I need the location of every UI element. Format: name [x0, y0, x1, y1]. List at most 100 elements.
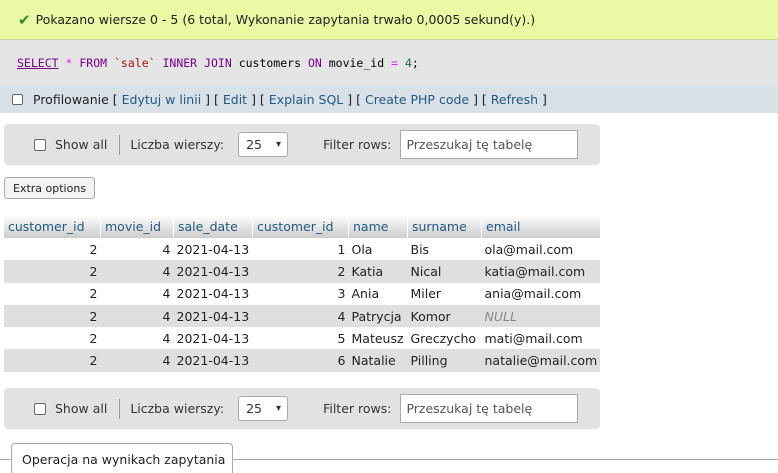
sql-star: * — [65, 55, 73, 70]
table-row[interactable]: 2 4 2021-04-13 2 Katia Nical katia@mail.… — [4, 260, 601, 283]
table-cell[interactable]: Ania — [348, 282, 408, 305]
table-cell[interactable]: 4 — [100, 327, 174, 350]
table-cell[interactable]: 2 — [4, 349, 101, 372]
rows-count-select[interactable]: 25 ▾ — [238, 396, 289, 421]
sql-query-box[interactable]: SELECT * FROM `sale` INNER JOIN customer… — [0, 40, 778, 85]
bracket-open: [ — [112, 91, 118, 107]
divider — [119, 398, 121, 419]
sql-value: 4 — [404, 55, 412, 70]
table-cell-null[interactable]: NULL — [481, 304, 601, 328]
table-cell[interactable]: 2 — [4, 282, 101, 305]
table-row[interactable]: 2 4 2021-04-13 3 Ania Miler ania@mail.co… — [4, 282, 601, 305]
column-header[interactable]: customer_id — [4, 215, 101, 238]
column-header[interactable]: sale_date — [173, 215, 253, 238]
table-cell[interactable]: Nical — [407, 260, 482, 283]
sql-column: movie_id — [328, 55, 385, 70]
bracket-separator: ] [ — [347, 91, 361, 107]
table-cell[interactable]: 4 — [100, 260, 174, 283]
divider — [119, 134, 121, 155]
column-header[interactable]: email — [481, 215, 601, 238]
table-cell[interactable]: 2021-04-13 — [173, 327, 253, 350]
table-cell[interactable]: 4 — [100, 282, 174, 305]
edit-link[interactable]: Edit — [223, 92, 247, 107]
rows-count-value: 25 — [246, 137, 262, 152]
table-cell[interactable]: 2021-04-13 — [173, 304, 253, 328]
filter-rows-label: Filter rows: — [323, 401, 392, 416]
explain-sql-link[interactable]: Explain SQL — [269, 92, 343, 107]
table-cell[interactable]: 2 — [4, 327, 101, 350]
table-cell[interactable]: mati@mail.com — [481, 327, 601, 350]
column-header[interactable]: movie_id — [100, 215, 174, 238]
profiling-checkbox[interactable] — [12, 93, 23, 105]
filter-rows-input[interactable] — [400, 130, 579, 159]
table-cell[interactable]: 6 — [252, 349, 349, 372]
sql-keyword-inner: INNER — [162, 55, 198, 70]
bracket-separator: ] [ — [473, 91, 487, 107]
show-all-checkbox[interactable] — [34, 402, 46, 415]
sql-keyword-from: FROM — [79, 55, 108, 70]
table-cell[interactable]: 4 — [100, 238, 174, 261]
chevron-down-icon: ▾ — [276, 139, 282, 150]
show-all-label: Show all — [55, 401, 108, 416]
sql-table-name: `sale` — [114, 55, 156, 70]
table-cell[interactable]: 2 — [4, 304, 101, 328]
column-header[interactable]: customer_id — [252, 215, 349, 238]
table-row[interactable]: 2 4 2021-04-13 6 Natalie Pilling natalie… — [4, 349, 601, 372]
query-results-operations-tab[interactable]: Operacja na wynikach zapytania — [11, 443, 233, 473]
column-header[interactable]: surname — [407, 215, 482, 238]
table-cell[interactable]: Katia — [348, 260, 408, 283]
table-cell[interactable]: ola@mail.com — [481, 238, 601, 261]
refresh-link[interactable]: Refresh — [491, 92, 538, 107]
table-cell[interactable]: 4 — [100, 349, 174, 372]
show-all-checkbox[interactable] — [34, 138, 46, 151]
table-cell[interactable]: katia@mail.com — [481, 260, 601, 283]
table-cell[interactable]: 5 — [252, 327, 349, 350]
table-cell[interactable]: 1 — [252, 238, 349, 261]
table-cell[interactable]: 2021-04-13 — [173, 238, 253, 261]
navigation-bar-bottom: Show all Liczba wierszy: 25 ▾ Filter row… — [4, 388, 600, 429]
rows-count-select[interactable]: 25 ▾ — [238, 132, 289, 157]
edit-inline-link[interactable]: Edytuj w linii — [122, 92, 202, 107]
sql-join-table: customers — [238, 55, 301, 70]
table-cell[interactable]: Natalie — [348, 349, 408, 372]
table-cell[interactable]: Ola — [348, 238, 408, 261]
table-cell[interactable]: Pilling — [407, 349, 482, 372]
sql-keyword-select: SELECT — [17, 55, 59, 70]
success-message-text: Pokazano wiersze 0 - 5 (6 total, Wykonan… — [35, 12, 536, 27]
bracket-separator: ] [ — [251, 91, 265, 107]
table-cell[interactable]: 2021-04-13 — [173, 349, 253, 372]
table-header-row: customer_id movie_id sale_date customer_… — [4, 215, 601, 238]
table-row[interactable]: 2 4 2021-04-13 4 Patrycja Komor NULL — [4, 304, 601, 328]
results-table: customer_id movie_id sale_date customer_… — [4, 215, 601, 372]
extra-options-button[interactable]: Extra options — [4, 177, 96, 199]
table-cell[interactable]: 2021-04-13 — [173, 282, 253, 305]
table-cell[interactable]: Patrycja — [348, 304, 408, 328]
table-cell[interactable]: Komor — [407, 304, 482, 328]
sql-keyword-on: ON — [307, 55, 322, 70]
table-cell[interactable]: Miler — [407, 282, 482, 305]
show-all-label: Show all — [55, 137, 108, 152]
table-cell[interactable]: natalie@mail.com — [481, 349, 601, 372]
table-cell[interactable]: 4 — [100, 304, 174, 328]
table-cell[interactable]: ania@mail.com — [481, 282, 601, 305]
sql-operator: = — [391, 55, 398, 70]
filter-rows-input[interactable] — [400, 394, 579, 423]
table-cell[interactable]: Greczycho — [407, 327, 482, 350]
rows-count-label: Liczba wierszy: — [130, 137, 225, 152]
table-row[interactable]: 2 4 2021-04-13 1 Ola Bis ola@mail.com — [4, 238, 601, 261]
table-cell[interactable]: 4 — [252, 304, 349, 328]
chevron-down-icon: ▾ — [276, 403, 282, 414]
table-cell[interactable]: 2 — [4, 260, 101, 283]
table-cell[interactable]: 2 — [4, 238, 101, 261]
table-cell[interactable]: 2 — [252, 260, 349, 283]
table-cell[interactable]: 3 — [252, 282, 349, 305]
bracket-close: ] — [542, 91, 547, 107]
table-cell[interactable]: Mateusz — [348, 327, 408, 350]
query-links-bar: Profilowanie [ Edytuj w linii ] [ Edit ]… — [0, 85, 778, 113]
column-header[interactable]: name — [348, 215, 408, 238]
create-php-code-link[interactable]: Create PHP code — [365, 92, 469, 107]
table-row[interactable]: 2 4 2021-04-13 5 Mateusz Greczycho mati@… — [4, 327, 601, 350]
sql-semicolon: ; — [411, 55, 419, 70]
table-cell[interactable]: 2021-04-13 — [173, 260, 253, 283]
table-cell[interactable]: Bis — [407, 238, 482, 261]
